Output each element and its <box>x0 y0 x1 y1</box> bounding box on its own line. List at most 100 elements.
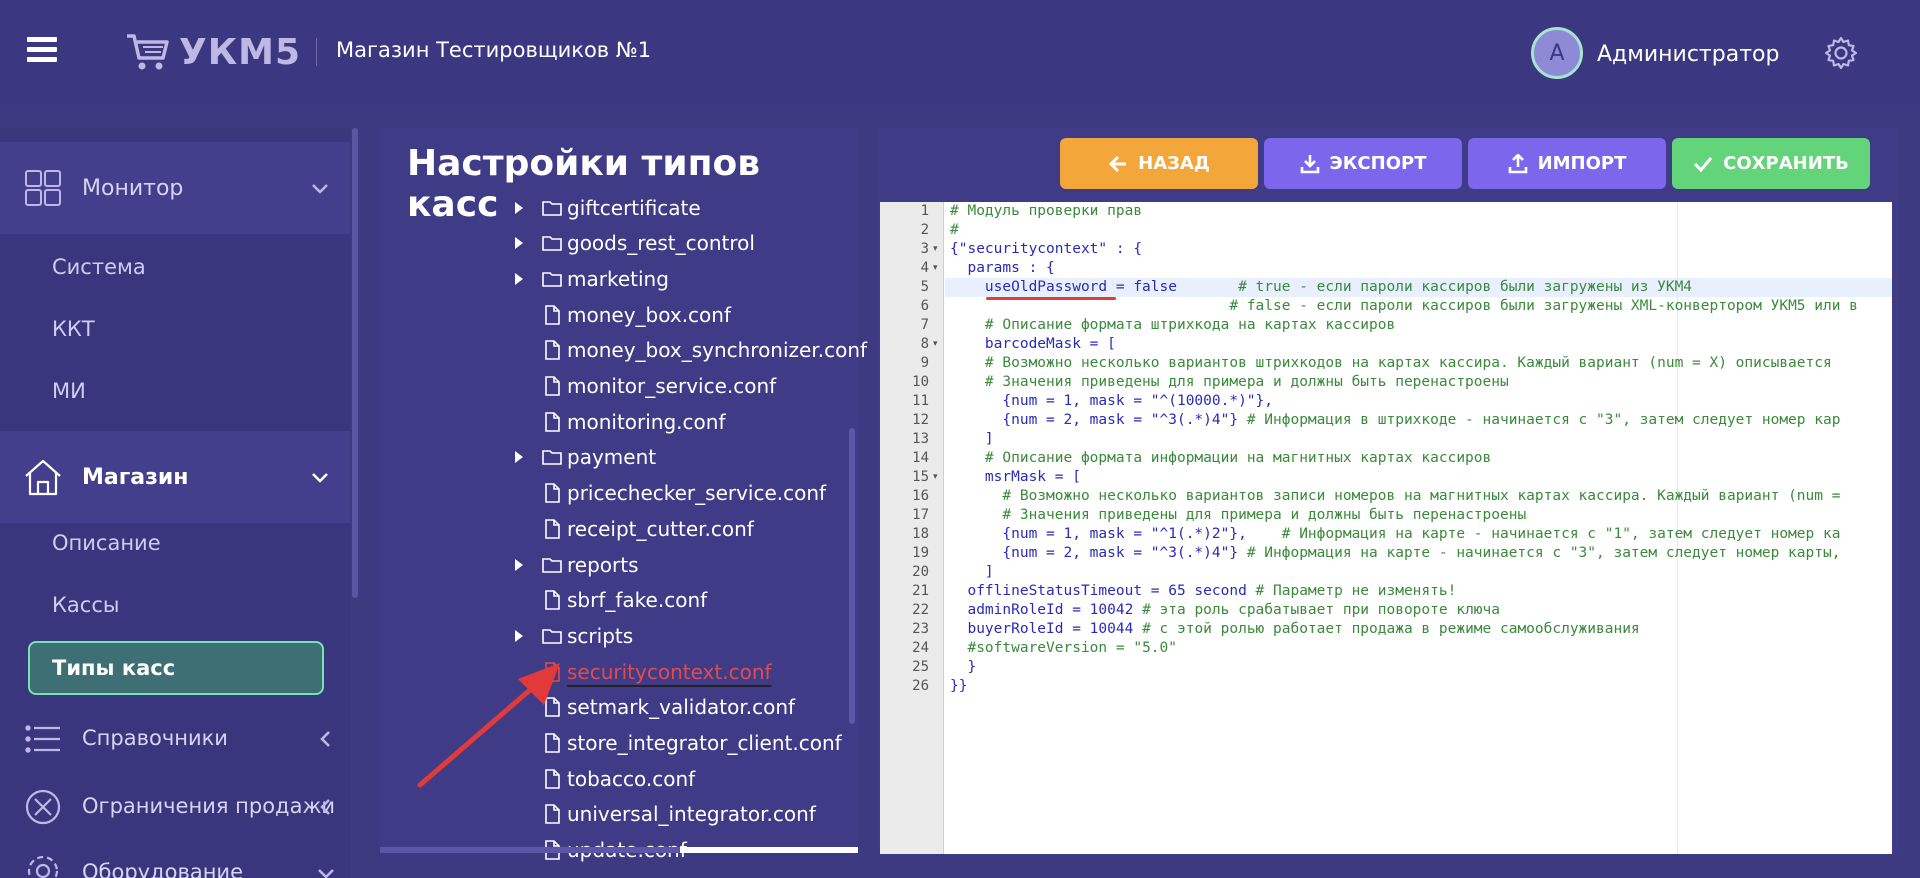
code-line: ] <box>950 564 994 580</box>
code-line: {"securitycontext" : { <box>950 241 1143 257</box>
line-number: 16 <box>912 488 929 504</box>
tree-horizontal-scrollbar[interactable] <box>380 847 680 853</box>
folder-icon <box>542 629 562 644</box>
forbidden-icon <box>25 789 61 825</box>
export-button[interactable]: ЭКСПОРТ <box>1264 138 1462 189</box>
code-line: # Модуль проверки прав <box>950 203 1143 219</box>
code-line: # Возможно несколько вариантов записи но… <box>1002 488 1841 504</box>
tree-file[interactable]: sbrf_fake.conf <box>512 583 852 618</box>
line-number: 14 <box>912 450 929 466</box>
sidebar-item-label: Типы касс <box>52 656 176 680</box>
menu-icon[interactable] <box>27 37 57 63</box>
tree-item-label: monitoring.conf <box>567 409 726 434</box>
tree-item-label: goods_rest_control <box>567 231 755 256</box>
line-number: 15 <box>912 469 929 485</box>
sidebar-item-equipment[interactable]: Оборудование <box>0 842 350 878</box>
tree-folder[interactable]: goods_rest_control <box>512 226 852 261</box>
caret-right-icon[interactable] <box>512 201 526 215</box>
fold-toggle-icon[interactable]: ▾ <box>933 240 941 259</box>
tree-item-label: marketing <box>567 266 669 291</box>
tree-folder[interactable]: reports <box>512 547 852 582</box>
file-icon <box>545 340 560 361</box>
caret-right-icon[interactable] <box>512 450 526 464</box>
code-line: } <box>950 659 977 675</box>
sidebar-item-system[interactable]: Система <box>52 255 146 279</box>
tree-file[interactable]: monitor_service.conf <box>512 369 852 404</box>
line-number: 9 <box>920 355 929 371</box>
sidebar-group-store[interactable]: Магазин <box>0 431 350 523</box>
code-editor[interactable]: 1 2 3 ▾ 4 ▾ 5 6 7 8 ▾ 9 10 11 12 13 14 15 ▾ 16 17 18 19 20 21 22 2… <box>880 202 1892 854</box>
tree-scrollbar[interactable] <box>849 428 855 724</box>
sidebar-item-mi[interactable]: МИ <box>52 379 86 403</box>
tree-item-label: tobacco.conf <box>567 766 696 791</box>
upload-icon <box>1508 153 1527 173</box>
avatar[interactable]: A <box>1531 27 1583 79</box>
chevron-left-icon <box>320 731 330 747</box>
fold-toggle-icon[interactable]: ▾ <box>933 335 941 354</box>
sidebar-item-registers[interactable]: Кассы <box>52 593 119 617</box>
code-line: # Значения приведены для примера и должн… <box>1002 507 1527 523</box>
check-icon <box>1694 156 1713 172</box>
tree-file[interactable]: monitoring.conf <box>512 404 852 439</box>
export-button-label: ЭКСПОРТ <box>1329 153 1427 174</box>
arrow-left-icon <box>1109 155 1127 172</box>
sidebar-item-kkt[interactable]: ККТ <box>52 317 95 341</box>
tree-folder[interactable]: marketing <box>512 261 852 296</box>
caret-right-icon[interactable] <box>512 272 526 286</box>
tree-folder[interactable]: payment <box>512 440 852 475</box>
home-icon <box>25 459 61 496</box>
file-icon <box>545 590 560 610</box>
line-number: 24 <box>912 640 929 656</box>
folder-icon <box>542 557 562 573</box>
line-number: 3 <box>920 241 929 257</box>
import-button[interactable]: ИМПОРТ <box>1468 138 1666 189</box>
tree-file[interactable]: money_box_synchronizer.conf <box>512 333 867 368</box>
folder-icon <box>542 200 562 216</box>
chevron-down-icon <box>312 184 328 194</box>
file-icon <box>545 411 560 432</box>
fold-toggle-icon[interactable]: ▾ <box>933 468 941 487</box>
code-line: {num = 1, mask = "^1(.*)2"}, # Информаци… <box>950 526 1841 542</box>
code-line: adminRoleId = 10042 # эта роль срабатыва… <box>950 602 1500 618</box>
tree-file[interactable]: universal_integrator.conf <box>512 797 852 832</box>
back-button[interactable]: НАЗАД <box>1060 138 1258 189</box>
tree-item-label: receipt_cutter.conf <box>567 516 754 541</box>
sidebar-item-description[interactable]: Описание <box>52 531 161 555</box>
caret-right-icon[interactable] <box>512 629 526 643</box>
file-icon <box>545 518 560 539</box>
tree-folder[interactable]: scripts <box>512 618 852 653</box>
line-number: 10 <box>912 374 929 390</box>
file-icon <box>545 483 560 503</box>
user-name[interactable]: Администратор <box>1597 42 1779 67</box>
line-number: 18 <box>912 526 929 542</box>
folder-icon <box>542 272 562 287</box>
settings-gear-icon[interactable] <box>1824 36 1858 70</box>
sidebar-item-directories[interactable]: Справочники <box>0 708 350 770</box>
line-number: 20 <box>912 564 929 580</box>
line-number: 19 <box>912 545 929 561</box>
sidebar-group-monitor[interactable]: Монитор <box>0 142 350 234</box>
store-title[interactable]: Магазин Тестировщиков №1 <box>336 38 651 62</box>
tree-item-label: securitycontext.conf <box>567 659 772 684</box>
tree-folder[interactable]: giftcertificate <box>512 190 852 225</box>
tree-file[interactable]: pricechecker_service.conf <box>512 476 852 511</box>
tree-item-label: reports <box>567 552 639 577</box>
sidebar-item-label: Оборудование <box>82 860 243 878</box>
logo-text: УКМ5 <box>179 31 302 73</box>
line-number: 1 <box>920 203 929 219</box>
line-number: 5 <box>920 279 929 295</box>
tree-file[interactable]: money_box.conf <box>512 297 852 332</box>
tree-item-label: giftcertificate <box>567 195 701 220</box>
sidebar-scrollbar[interactable] <box>352 128 358 598</box>
code-line: # <box>950 222 959 238</box>
caret-right-icon[interactable] <box>512 236 526 250</box>
fold-toggle-icon[interactable]: ▾ <box>933 259 941 278</box>
code-line: ] <box>950 431 994 447</box>
chevron-down-icon <box>318 869 334 878</box>
sidebar-item-sale-restrictions[interactable]: Ограничения продажи <box>0 776 350 838</box>
save-button[interactable]: СОХРАНИТЬ <box>1672 138 1870 189</box>
tree-file[interactable]: receipt_cutter.conf <box>512 511 852 546</box>
tree-item-label: money_box.conf <box>567 302 731 327</box>
sidebar-item-register-types[interactable]: Типы касс <box>28 641 324 695</box>
caret-right-icon[interactable] <box>512 558 526 572</box>
